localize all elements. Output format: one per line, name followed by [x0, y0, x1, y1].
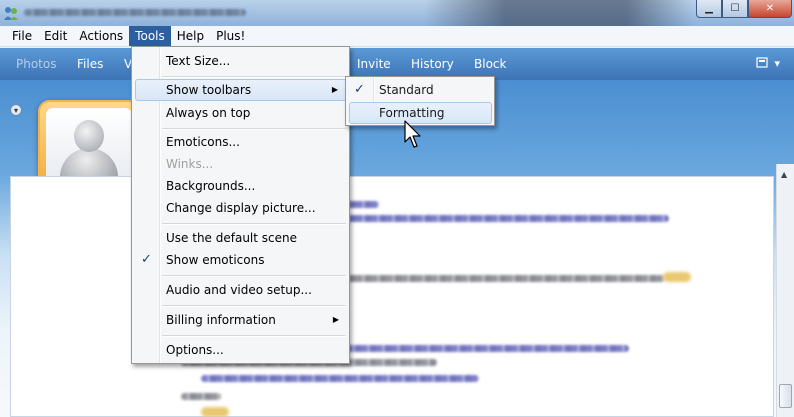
menu-item-billing-information[interactable]: Billing information ▶: [135, 309, 347, 331]
maximize-icon: ☐: [730, 3, 740, 14]
checkmark-icon: ✓: [354, 82, 365, 97]
emoticon-redacted: [201, 407, 229, 417]
menu-item-label: Use the default scene: [166, 231, 297, 245]
menu-item-label: Backgrounds...: [166, 179, 256, 193]
messenger-app-icon[interactable]: [3, 5, 19, 21]
show-toolbars-submenu: ✓ Standard Formatting: [345, 76, 495, 126]
chat-message-redacted: [311, 215, 669, 222]
tools-menu: Text Size... Show toolbars ▶ Always on t…: [131, 46, 350, 364]
menu-item-label: Winks...: [166, 157, 214, 171]
checkmark-icon: ✓: [141, 252, 152, 267]
title-bar-shade: [424, 0, 694, 26]
menu-item-label: Show toolbars: [166, 83, 252, 97]
chevron-down-icon: ▾: [774, 56, 780, 70]
submenu-arrow-icon: ▶: [331, 85, 338, 94]
menu-separator: [162, 305, 346, 306]
toolbar-options-button[interactable]: ▾: [756, 56, 780, 70]
collapse-toggle-icon[interactable]: ▾: [10, 104, 22, 116]
menu-item-show-emoticons[interactable]: ✓ Show emoticons: [135, 249, 347, 271]
menu-item-show-toolbars[interactable]: Show toolbars ▶: [135, 79, 347, 101]
menu-item-change-display-picture[interactable]: Change display picture...: [135, 197, 347, 219]
chat-message-redacted: [201, 375, 479, 382]
menu-item-label: Text Size...: [166, 54, 231, 68]
menu-item-label: Audio and video setup...: [166, 283, 312, 297]
title-bar: ▁ ☐ ✕: [0, 0, 794, 26]
minimize-icon: ▁: [705, 3, 713, 14]
menu-plus[interactable]: Plus!: [210, 26, 251, 46]
menu-separator: [162, 223, 346, 224]
window-controls: ▁ ☐ ✕: [696, 0, 792, 18]
chat-history[interactable]: [10, 176, 774, 417]
window-title-redacted: [24, 9, 246, 16]
toolbar-files[interactable]: Files: [77, 57, 103, 71]
toolbar-layout-icon: [756, 57, 769, 68]
chat-message-redacted: [311, 275, 665, 282]
menu-item-options[interactable]: Options...: [135, 339, 347, 361]
menu-separator: [162, 335, 346, 336]
menu-item-label: Change display picture...: [166, 201, 316, 215]
menu-item-label: Billing information: [166, 313, 276, 327]
submenu-item-standard[interactable]: ✓ Standard: [349, 79, 492, 101]
menu-item-winks: Winks...: [135, 153, 347, 175]
scroll-up-icon[interactable]: ▲: [781, 170, 787, 179]
menu-item-label: Options...: [166, 343, 224, 357]
close-icon: ✕: [765, 3, 775, 14]
menu-edit[interactable]: Edit: [38, 26, 73, 46]
menu-separator: [162, 128, 346, 129]
close-button[interactable]: ✕: [748, 0, 792, 18]
menu-item-always-on-top[interactable]: Always on top: [135, 102, 347, 124]
minimize-button[interactable]: ▁: [696, 0, 722, 18]
scroll-thumb[interactable]: [779, 384, 792, 408]
submenu-item-label: Standard: [379, 83, 434, 97]
menu-item-backgrounds[interactable]: Backgrounds...: [135, 175, 347, 197]
menu-file[interactable]: File: [6, 26, 38, 46]
toolbar-block[interactable]: Block: [474, 57, 506, 71]
chat-scrollbar[interactable]: ▲: [776, 164, 794, 417]
mouse-cursor-icon: [404, 120, 421, 148]
menu-item-emoticons[interactable]: Emoticons...: [135, 131, 347, 153]
menu-item-label: Emoticons...: [166, 135, 240, 149]
menu-bar: File Edit Actions Tools Help Plus!: [0, 26, 794, 47]
submenu-arrow-icon: ▶: [332, 315, 339, 324]
menu-separator: [162, 76, 346, 77]
maximize-button[interactable]: ☐: [722, 0, 748, 18]
toolbar-photos[interactable]: Photos: [16, 57, 56, 71]
menu-help[interactable]: Help: [171, 26, 210, 46]
menu-tools[interactable]: Tools: [129, 26, 171, 46]
menu-separator: [162, 275, 346, 276]
emoticon-redacted: [663, 272, 691, 282]
toolbar-invite[interactable]: Invite: [357, 57, 391, 71]
menu-item-text-size[interactable]: Text Size...: [135, 50, 347, 72]
menu-item-label: Show emoticons: [166, 253, 265, 267]
menu-item-label: Always on top: [166, 106, 251, 120]
menu-actions[interactable]: Actions: [73, 26, 129, 46]
menu-item-use-default-scene[interactable]: Use the default scene: [135, 227, 347, 249]
toolbar-history[interactable]: History: [411, 57, 454, 71]
menu-item-audio-video-setup[interactable]: Audio and video setup...: [135, 279, 347, 301]
avatar-head-icon: [74, 120, 104, 152]
chat-message-redacted: [181, 393, 221, 400]
submenu-item-label: Formatting: [379, 106, 445, 120]
